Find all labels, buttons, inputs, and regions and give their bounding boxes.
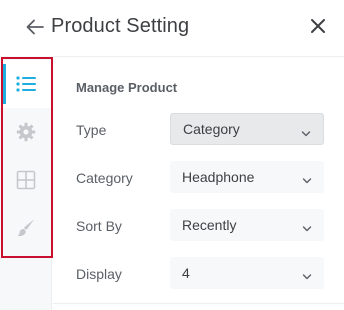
gear-icon [16,122,36,142]
sidebar-rail [0,56,52,310]
display-label: Display [76,266,122,282]
manage-product-panel: Manage Product Type Category Category He… [53,56,344,310]
display-select[interactable]: 4 [170,257,324,289]
grid-icon [16,170,36,190]
chevron-down-icon [301,125,311,137]
panel-divider [53,303,344,304]
panel-header: Product Setting [0,0,344,56]
list-icon [15,74,37,94]
category-select[interactable]: Headphone [170,161,324,193]
sidebar-item-manage[interactable] [0,60,52,108]
chevron-down-icon [302,172,312,184]
type-select-value: Category [183,121,240,137]
close-icon[interactable] [308,16,328,36]
chevron-down-icon [302,268,312,280]
sort-by-label: Sort By [76,218,122,234]
page-title: Product Setting [51,15,190,37]
type-select[interactable]: Category [170,113,324,145]
sidebar-item-style[interactable] [0,204,52,252]
sort-by-select[interactable]: Recently [170,209,324,241]
sidebar-item-layout[interactable] [0,156,52,204]
sort-by-select-value: Recently [182,217,237,233]
brush-icon [16,218,36,238]
category-select-value: Headphone [182,169,255,185]
category-label: Category [76,170,133,186]
section-title: Manage Product [76,80,178,95]
sidebar-item-settings[interactable] [0,108,52,156]
type-label: Type [76,122,107,138]
display-select-value: 4 [182,265,190,281]
chevron-down-icon [302,220,312,232]
arrow-left-icon[interactable] [24,16,46,38]
